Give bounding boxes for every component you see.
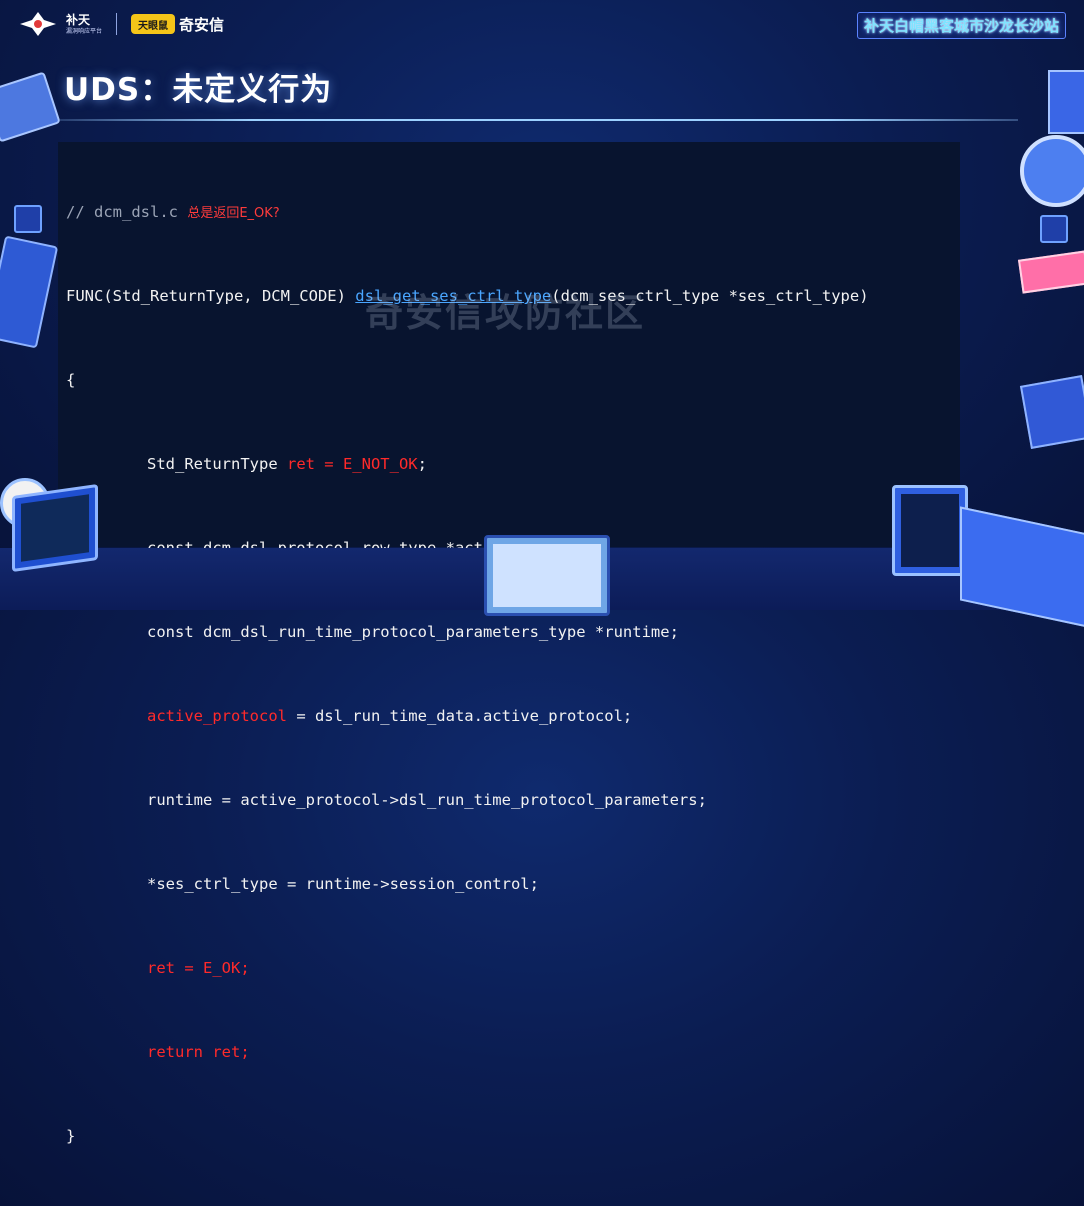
decorative-camera bbox=[1020, 135, 1084, 207]
code-annotation: 总是返回E_OK? bbox=[187, 206, 280, 221]
decorative-laptop bbox=[484, 535, 610, 616]
event-title: 补天白帽黑客城市沙龙长沙站 bbox=[856, 12, 1066, 39]
watermark: 奇安信攻防社区 bbox=[365, 291, 646, 335]
code-highlight: active_protocol bbox=[147, 707, 287, 725]
code-text: const dcm_dsl_run_time_protocol_paramete… bbox=[147, 623, 679, 641]
code-text: runtime = active_protocol->dsl_run_time_… bbox=[147, 791, 707, 809]
header-bar: 补天 漏洞响应平台 天眼鼠 奇安信 补天白帽黑客城市沙龙长沙站 bbox=[0, 0, 1084, 48]
code-text: *ses_ctrl_type = runtime->session_contro… bbox=[147, 875, 539, 893]
code-text: = dsl_run_time_data.active_protocol; bbox=[286, 707, 633, 725]
code-highlight: ret = E_NOT_OK bbox=[286, 455, 418, 473]
qax-mascot-logo: 天眼鼠 bbox=[131, 14, 176, 34]
code-line: active_protocol = dsl_run_time_data.acti… bbox=[66, 702, 869, 730]
code-line: *ses_ctrl_type = runtime->session_contro… bbox=[66, 870, 869, 898]
code-highlight: ret = E_OK; bbox=[147, 959, 250, 977]
code-line: } bbox=[66, 1122, 869, 1150]
code-text: Std_ReturnType bbox=[147, 455, 287, 473]
logo-divider bbox=[116, 13, 118, 35]
code-text: FUNC(Std_ReturnType, DCM_CODE) bbox=[66, 287, 356, 305]
code-line: { bbox=[66, 366, 869, 394]
slide-title: UDS：未定义行为 bbox=[64, 72, 333, 108]
decorative-card bbox=[1017, 250, 1084, 294]
code-line: // dcm_dsl.c 总是返回E_OK? bbox=[66, 198, 869, 226]
code-text: ; bbox=[417, 455, 427, 473]
butian-subtitle: 漏洞响应平台 bbox=[66, 27, 103, 35]
code-brace: { bbox=[66, 371, 76, 389]
code-block: // dcm_dsl.c 总是返回E_OK? FUNC(Std_ReturnTy… bbox=[58, 142, 960, 1145]
code-line: ret = E_OK; bbox=[66, 954, 869, 982]
decorative-chip bbox=[1040, 215, 1068, 243]
butian-logo-icon bbox=[20, 12, 56, 36]
decorative-chip bbox=[14, 205, 42, 233]
title-divider bbox=[60, 119, 1018, 121]
code-line: return ret; bbox=[66, 1038, 869, 1066]
code-line: runtime = active_protocol->dsl_run_time_… bbox=[66, 786, 869, 814]
qax-brand-name: 奇安信 bbox=[179, 15, 225, 34]
code-line: Std_ReturnType ret = E_NOT_OK; bbox=[66, 450, 869, 478]
decorative-box bbox=[1048, 70, 1084, 134]
decorative-monitor bbox=[12, 483, 98, 573]
decorative-monitor bbox=[892, 485, 968, 576]
decorative-device bbox=[0, 235, 59, 349]
decorative-tablet bbox=[0, 71, 61, 143]
code-highlight: return ret; bbox=[147, 1043, 250, 1061]
code-brace: } bbox=[66, 1127, 76, 1145]
butian-name: 补天 bbox=[66, 12, 91, 27]
code-line: const dcm_dsl_run_time_protocol_paramete… bbox=[66, 618, 869, 646]
brand-logos: 补天 漏洞响应平台 天眼鼠 奇安信 bbox=[18, 10, 224, 38]
code-comment: // dcm_dsl.c bbox=[66, 203, 178, 221]
decorative-device bbox=[1019, 375, 1084, 449]
